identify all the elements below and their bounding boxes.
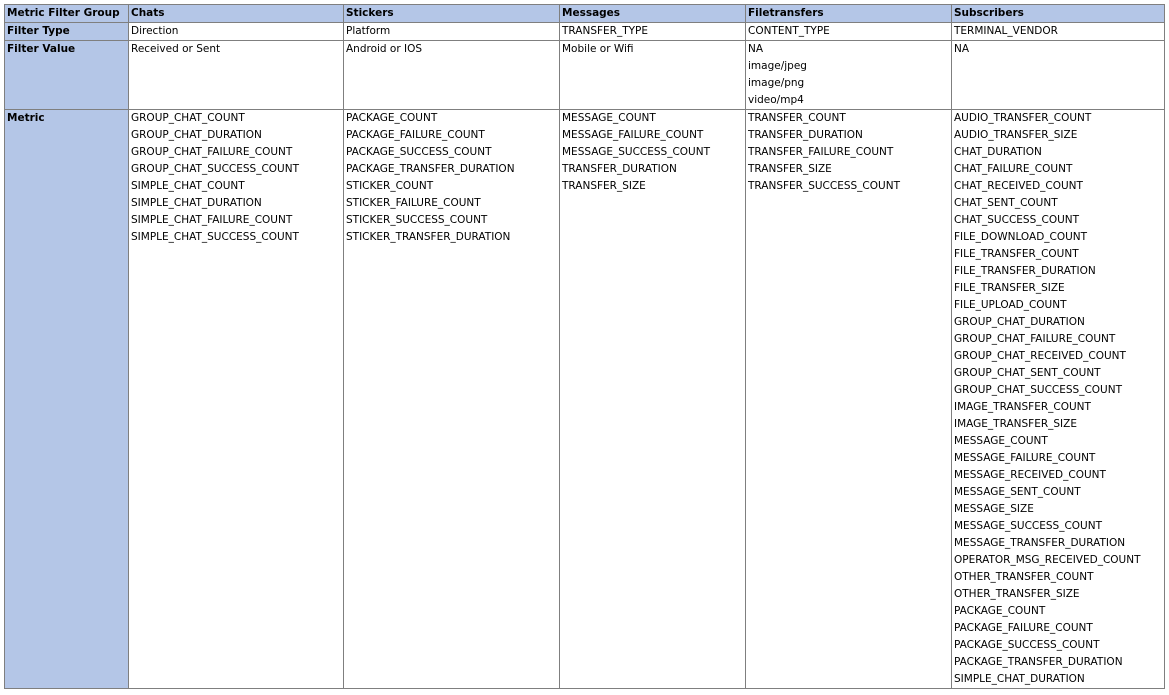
metric-item: MESSAGE_FAILURE_COUNT [562, 129, 704, 141]
metric-item: STICKER_SUCCESS_COUNT [346, 214, 488, 226]
filter-type-cell-stickers[interactable]: Platform [343, 22, 560, 41]
metric-item: IMAGE_TRANSFER_SIZE [954, 418, 1077, 430]
metric-item: MESSAGE_SUCCESS_COUNT [562, 146, 711, 158]
metric-item: PACKAGE_SUCCESS_COUNT [346, 146, 492, 158]
metric-item: TRANSFER_COUNT [748, 112, 846, 124]
metric-cell-chats[interactable]: GROUP_CHAT_COUNT GROUP_CHAT_DURATION GROUP… [128, 109, 344, 689]
metric-item: MESSAGE_COUNT [954, 435, 1048, 447]
metric-item: GROUP_CHAT_DURATION [954, 316, 1085, 328]
metric-item: OTHER_TRANSFER_COUNT [954, 571, 1094, 583]
metric-item: GROUP_CHAT_SUCCESS_COUNT [131, 163, 299, 175]
metric-item: OTHER_TRANSFER_SIZE [954, 588, 1080, 600]
filter-value-item: NA [954, 43, 970, 55]
column-header-filetransfers[interactable]: Filetransfers [745, 4, 952, 23]
metric-item: FILE_UPLOAD_COUNT [954, 299, 1067, 311]
metric-item: PACKAGE_COUNT [346, 112, 438, 124]
metric-item: STICKER_FAILURE_COUNT [346, 197, 481, 209]
filter-value-item: video/mp4 [748, 94, 804, 106]
metric-item: TRANSFER_SUCCESS_COUNT [748, 180, 900, 192]
filter-type-row: Filter Type Direction Platform TRANSFER_… [4, 22, 1165, 41]
metric-filter-table: Metric Filter Group Chats Stickers Messa… [4, 4, 1165, 689]
filter-type-cell-filetransfers[interactable]: CONTENT_TYPE [745, 22, 952, 41]
metric-item: SIMPLE_CHAT_DURATION [131, 197, 262, 209]
metric-item: SIMPLE_CHAT_FAILURE_COUNT [131, 214, 293, 226]
filter-type-cell-chats[interactable]: Direction [128, 22, 344, 41]
header-row: Metric Filter Group Chats Stickers Messa… [4, 4, 1165, 23]
column-header-messages[interactable]: Messages [559, 4, 746, 23]
metric-item: SIMPLE_CHAT_COUNT [131, 180, 245, 192]
metric-item: FILE_DOWNLOAD_COUNT [954, 231, 1088, 243]
metric-item: SIMPLE_CHAT_DURATION [954, 673, 1085, 685]
metric-item: TRANSFER_DURATION [562, 163, 677, 175]
metric-item: PACKAGE_COUNT [954, 605, 1046, 617]
metric-item: GROUP_CHAT_SENT_COUNT [954, 367, 1101, 379]
metric-item: GROUP_CHAT_RECEIVED_COUNT [954, 350, 1126, 362]
metric-item: PACKAGE_TRANSFER_DURATION [954, 656, 1123, 668]
filter-value-item: Mobile or Wifi [562, 43, 634, 55]
metric-row: Metric GROUP_CHAT_COUNT GROUP_CHAT_DURATI… [4, 109, 1165, 689]
filter-type-cell-messages[interactable]: TRANSFER_TYPE [559, 22, 746, 41]
metric-item: IMAGE_TRANSFER_COUNT [954, 401, 1091, 413]
metric-item: MESSAGE_SIZE [954, 503, 1034, 515]
metric-cell-messages[interactable]: MESSAGE_COUNT MESSAGE_FAILURE_COUNT MESSAG… [559, 109, 746, 689]
metric-item: STICKER_COUNT [346, 180, 434, 192]
metric-item: GROUP_CHAT_FAILURE_COUNT [954, 333, 1116, 345]
metric-item: CHAT_DURATION [954, 146, 1042, 158]
metric-item: MESSAGE_RECEIVED_COUNT [954, 469, 1106, 481]
metric-item: MESSAGE_SUCCESS_COUNT [954, 520, 1103, 532]
metric-item: MESSAGE_COUNT [562, 112, 656, 124]
metric-item: TRANSFER_SIZE [748, 163, 832, 175]
filter-value-row: Filter Value Received or Sent Android or… [4, 40, 1165, 110]
metric-item: GROUP_CHAT_FAILURE_COUNT [131, 146, 293, 158]
metric-item: CHAT_RECEIVED_COUNT [954, 180, 1083, 192]
filter-value-cell-subscribers[interactable]: NA [951, 40, 1165, 110]
filter-value-item: image/png [748, 77, 805, 89]
filter-value-cell-chats[interactable]: Received or Sent [128, 40, 344, 110]
metric-cell-stickers[interactable]: PACKAGE_COUNT PACKAGE_FAILURE_COUNT PACKAG… [343, 109, 560, 689]
metric-item: GROUP_CHAT_DURATION [131, 129, 262, 141]
metric-item: MESSAGE_SENT_COUNT [954, 486, 1081, 498]
metric-label-cell[interactable]: Metric [4, 109, 129, 689]
metric-item: GROUP_CHAT_COUNT [131, 112, 245, 124]
filter-value-item: NA [748, 43, 764, 55]
corner-header-cell[interactable]: Metric Filter Group [4, 4, 129, 23]
metric-item: PACKAGE_SUCCESS_COUNT [954, 639, 1100, 651]
metric-item: TRANSFER_DURATION [748, 129, 863, 141]
column-header-chats[interactable]: Chats [128, 4, 344, 23]
metric-item: AUDIO_TRANSFER_COUNT [954, 112, 1092, 124]
filter-type-cell-subscribers[interactable]: TERMINAL_VENDOR [951, 22, 1165, 41]
metric-item: FILE_TRANSFER_DURATION [954, 265, 1096, 277]
metric-item: CHAT_FAILURE_COUNT [954, 163, 1073, 175]
metric-item: FILE_TRANSFER_COUNT [954, 248, 1079, 260]
filter-type-label-cell[interactable]: Filter Type [4, 22, 129, 41]
metric-item: CHAT_SENT_COUNT [954, 197, 1058, 209]
filter-value-cell-stickers[interactable]: Android or IOS [343, 40, 560, 110]
metric-item: TRANSFER_SIZE [562, 180, 646, 192]
filter-value-item: Android or IOS [346, 43, 423, 55]
metric-item: FILE_TRANSFER_SIZE [954, 282, 1065, 294]
metric-item: PACKAGE_FAILURE_COUNT [346, 129, 485, 141]
metric-cell-subscribers[interactable]: AUDIO_TRANSFER_COUNT AUDIO_TRANSFER_SIZE C… [951, 109, 1165, 689]
filter-value-label-cell[interactable]: Filter Value [4, 40, 129, 110]
filter-value-item: image/jpeg [748, 60, 807, 72]
metric-item: OPERATOR_MSG_RECEIVED_COUNT [954, 554, 1141, 566]
metric-item: PACKAGE_FAILURE_COUNT [954, 622, 1093, 634]
filter-value-cell-messages[interactable]: Mobile or Wifi [559, 40, 746, 110]
metric-item: GROUP_CHAT_SUCCESS_COUNT [954, 384, 1122, 396]
column-header-subscribers[interactable]: Subscribers [951, 4, 1165, 23]
metric-item: STICKER_TRANSFER_DURATION [346, 231, 511, 243]
filter-value-item: Received or Sent [131, 43, 221, 55]
metric-item: PACKAGE_TRANSFER_DURATION [346, 163, 515, 175]
metric-item: MESSAGE_TRANSFER_DURATION [954, 537, 1126, 549]
metric-item: MESSAGE_FAILURE_COUNT [954, 452, 1096, 464]
metric-cell-filetransfers[interactable]: TRANSFER_COUNT TRANSFER_DURATION TRANSFER_… [745, 109, 952, 689]
column-header-stickers[interactable]: Stickers [343, 4, 560, 23]
metric-item: SIMPLE_CHAT_SUCCESS_COUNT [131, 231, 299, 243]
metric-item: AUDIO_TRANSFER_SIZE [954, 129, 1078, 141]
metric-item: TRANSFER_FAILURE_COUNT [748, 146, 894, 158]
filter-value-cell-filetransfers[interactable]: NA image/jpeg image/png video/mp4 [745, 40, 952, 110]
metric-item: CHAT_SUCCESS_COUNT [954, 214, 1080, 226]
